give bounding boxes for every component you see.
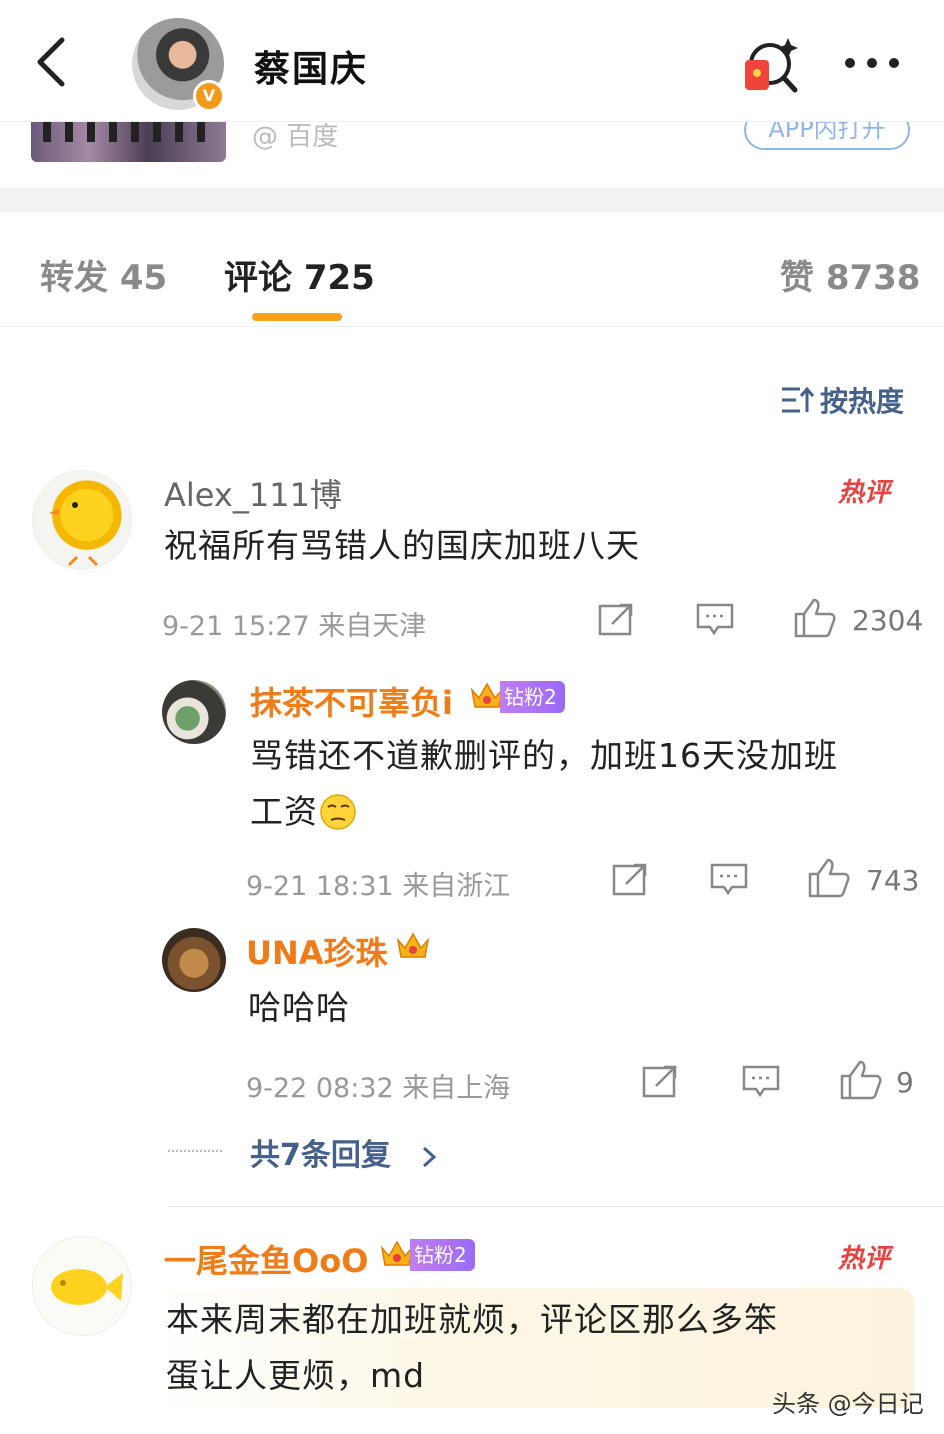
- comment-text[interactable]: 祝福所有骂错人的国庆加班八天: [164, 518, 640, 574]
- like-count: 2304: [852, 604, 924, 637]
- like-button[interactable]: [840, 1060, 882, 1104]
- page-title[interactable]: 蔡国庆: [254, 40, 368, 92]
- red-packet-search-icon: [745, 38, 798, 93]
- reply-button[interactable]: [742, 1064, 780, 1102]
- thumbs-up-icon: [808, 858, 850, 898]
- chevron-right-icon: [423, 1146, 437, 1167]
- reply-button[interactable]: [710, 862, 748, 900]
- comment-icon: [710, 863, 748, 896]
- reply-username[interactable]: 抹茶不可辜负i: [250, 678, 453, 724]
- reply-text-continuation: 工资: [250, 792, 318, 831]
- avatar[interactable]: [32, 470, 132, 570]
- reply-meta: 9-22 08:32 来自上海: [246, 1073, 511, 1104]
- comment-text-line2[interactable]: 蛋让人更烦，md: [166, 1348, 425, 1404]
- top-bar: V 蔡国庆: [0, 0, 944, 122]
- hot-comment-badge: 热评: [838, 478, 891, 508]
- comment-username[interactable]: Alex_111博: [164, 470, 342, 516]
- avatar[interactable]: [32, 1236, 132, 1336]
- view-more-replies-link[interactable]: 共7条回复: [250, 1130, 439, 1174]
- comment-icon: [742, 1065, 780, 1098]
- tab-reposts[interactable]: 转发 45: [40, 250, 167, 299]
- watermark: 头条 @今日记: [772, 1390, 924, 1418]
- red-packet-search-button[interactable]: [740, 36, 800, 96]
- goldfish-avatar-icon: [51, 1269, 123, 1305]
- thinking-emoji-icon: [320, 794, 356, 830]
- comment-divider: [168, 1206, 944, 1207]
- section-separator: [0, 188, 944, 212]
- comment-meta: 9-21 15:27 来自天津: [162, 611, 427, 642]
- like-count: 743: [866, 864, 920, 897]
- hot-comment-badge: 热评: [838, 1244, 891, 1274]
- chevron-left-icon: [37, 37, 65, 87]
- sort-icon: [782, 386, 814, 413]
- reply-text[interactable]: 哈哈哈: [248, 980, 350, 1036]
- like-count: 9: [896, 1066, 914, 1099]
- reply-meta: 9-21 18:31 来自浙江: [246, 871, 511, 902]
- tab-comments[interactable]: 评论 725: [224, 250, 375, 299]
- sort-label: 按热度: [820, 385, 905, 418]
- like-button[interactable]: [794, 598, 836, 642]
- more-dots-icon: [845, 58, 899, 68]
- share-icon: [612, 863, 647, 896]
- comment-icon: [696, 603, 734, 636]
- comment-text[interactable]: 本来周末都在加班就烦，评论区那么多笨: [166, 1292, 778, 1348]
- reply-text[interactable]: 骂错还不道歉删评的，加班16天没加班: [250, 728, 838, 784]
- thumbs-up-icon: [840, 1060, 882, 1100]
- fan-level-badge: 钻粉2: [380, 1239, 475, 1271]
- reply-button[interactable]: [696, 602, 734, 640]
- thumbs-up-icon: [794, 598, 836, 638]
- more-options-button[interactable]: [840, 50, 904, 76]
- share-button[interactable]: [642, 1064, 678, 1102]
- active-tab-indicator: [252, 313, 342, 321]
- tab-divider: [0, 326, 944, 327]
- share-button[interactable]: [598, 602, 634, 640]
- share-icon: [598, 603, 633, 636]
- comment-username[interactable]: 一尾金鱼OoO: [164, 1236, 368, 1282]
- like-button[interactable]: [808, 858, 850, 902]
- tab-likes[interactable]: 赞 8738: [780, 250, 920, 299]
- back-button[interactable]: [28, 32, 78, 92]
- verified-badge: V: [193, 80, 225, 112]
- reply-text-line2[interactable]: 工资: [250, 784, 358, 840]
- crown-icon: [396, 932, 430, 958]
- avatar[interactable]: [162, 680, 226, 744]
- share-button[interactable]: [612, 862, 648, 900]
- fan-level-badge: 钻粉2: [470, 681, 565, 713]
- share-icon: [642, 1065, 677, 1098]
- avatar[interactable]: [162, 928, 226, 992]
- more-replies-label: 共7条回复: [250, 1138, 391, 1173]
- reply-username[interactable]: UNA珍珠: [246, 928, 388, 974]
- sort-button[interactable]: 按热度: [780, 380, 904, 420]
- chick-avatar-icon: [49, 502, 99, 567]
- reply-dots-divider: [168, 1150, 222, 1152]
